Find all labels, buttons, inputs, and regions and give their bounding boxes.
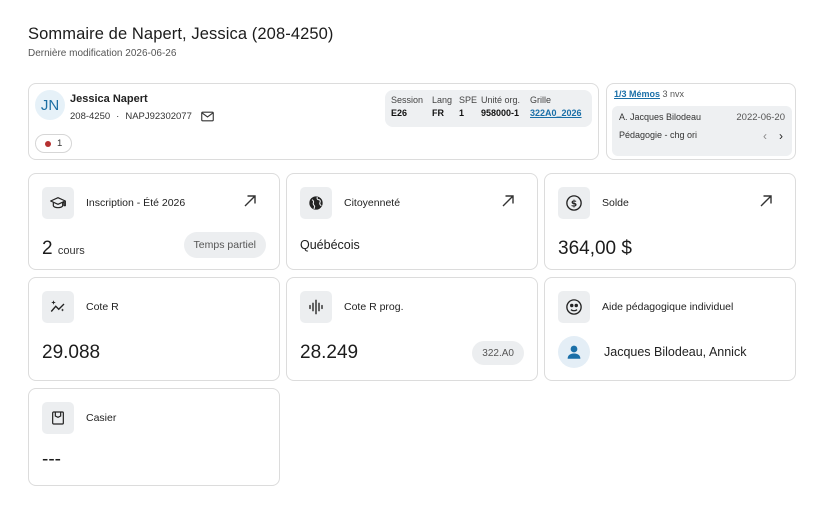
casier-value: --- [42,449,61,470]
open-arrow-icon[interactable] [501,194,515,208]
alert-dot-icon [45,140,51,147]
chevron-right-icon[interactable]: › [779,129,783,143]
memo-text: Pédagogie - chg ori [619,130,698,140]
info-header-session: Session [391,95,424,105]
course-unit: cours [57,245,85,257]
academic-info-box: Session Lang SPE Unité org. Grille E26 F… [385,90,592,127]
casier-label: Casier [86,412,117,424]
info-header-grille: Grille [530,95,552,105]
course-count: 2 [42,238,53,259]
dollar-icon: $ [558,187,590,219]
advisor-name: Jacques Bilodeau, Annick [604,345,747,359]
status-badge: Temps partiel [183,232,266,258]
memos-link[interactable]: 1/3 Mémos [614,89,660,99]
info-unite: 958000-1 [481,108,520,118]
citoyennete-value: Québécois [300,238,360,252]
advisor[interactable]: Jacques Bilodeau, Annick [558,336,746,368]
memo-item[interactable]: A. Jacques Bilodeau 2022-06-20 Pédagogie… [612,106,792,156]
aide-pedagogique-card: Aide pédagogique individuel Jacques Bilo… [544,277,796,381]
graduation-cap-icon [42,187,74,219]
open-arrow-icon[interactable] [243,194,257,208]
solde-value: 364,00 $ [558,238,632,259]
memo-author: A. Jacques Bilodeau [619,112,702,122]
last-modified: Dernière modification 2026-06-26 [28,48,177,59]
page-title: Sommaire de Napert, Jessica (208-4250) [28,25,334,43]
cote-r-label: Cote R [86,301,119,313]
inscription-card[interactable]: Inscription - Été 2026 2 cours Temps par… [28,173,280,270]
info-header-lang: Lang [432,95,453,105]
svg-text:$: $ [571,199,577,209]
student-profile-card: JN Jessica Napert 208-4250 · NAPJ9230207… [28,83,599,160]
cote-r-prog-card: Cote R prog. 28.249 322.A0 [286,277,538,381]
solde-card[interactable]: $ Solde 364,00 $ [544,173,796,270]
face-settings-icon [558,291,590,323]
memo-header: 1/3 Mémos 3 nvx [614,89,684,99]
open-arrow-icon[interactable] [759,194,773,208]
waveform-icon [300,291,332,323]
person-icon [558,336,590,368]
memo-nav: ‹ › [763,129,783,143]
info-header-unite: Unité org. [481,95,521,105]
cote-r-card: Cote R 29.088 [28,277,280,381]
student-name: Jessica Napert [70,93,148,105]
locker-icon [42,402,74,434]
avatar: JN [35,90,65,120]
alert-count: 1 [57,138,63,149]
cote-r-prog-label: Cote R prog. [344,301,404,313]
info-spe: 1 [459,108,465,118]
citoyennete-label: Citoyenneté [344,197,401,209]
citoyennete-card[interactable]: Citoyenneté Québécois [286,173,538,270]
memo-new-count: 3 nvx [662,89,685,99]
student-ids: 208-4250 · NAPJ92302077 [70,111,214,122]
program-badge: 322.A0 [472,341,524,365]
info-header-spe: SPE [459,95,478,105]
cote-r-prog-value: 28.249 [300,342,359,363]
chevron-left-icon[interactable]: ‹ [763,129,767,143]
mail-icon[interactable] [201,111,214,122]
memo-date: 2022-06-20 [736,112,785,123]
student-id: 208-4250 [70,111,111,122]
inscription-label: Inscription - Été 2026 [86,197,186,209]
info-session: E26 [391,108,408,118]
student-code: NAPJ92302077 [125,111,192,122]
globe-icon [300,187,332,219]
memo-card: 1/3 Mémos 3 nvx A. Jacques Bilodeau 2022… [606,83,796,160]
cote-r-value: 29.088 [42,342,101,363]
trending-sparkle-icon [42,291,74,323]
inscription-value: 2 cours [42,238,85,260]
id-separator: · [116,111,120,122]
casier-card: Casier --- [28,388,280,486]
grille-link[interactable]: 322A0_2026 [530,108,588,118]
aide-label: Aide pédagogique individuel [602,301,734,313]
info-lang: FR [432,108,444,118]
solde-label: Solde [602,197,629,209]
alert-chip[interactable]: 1 [35,134,73,153]
